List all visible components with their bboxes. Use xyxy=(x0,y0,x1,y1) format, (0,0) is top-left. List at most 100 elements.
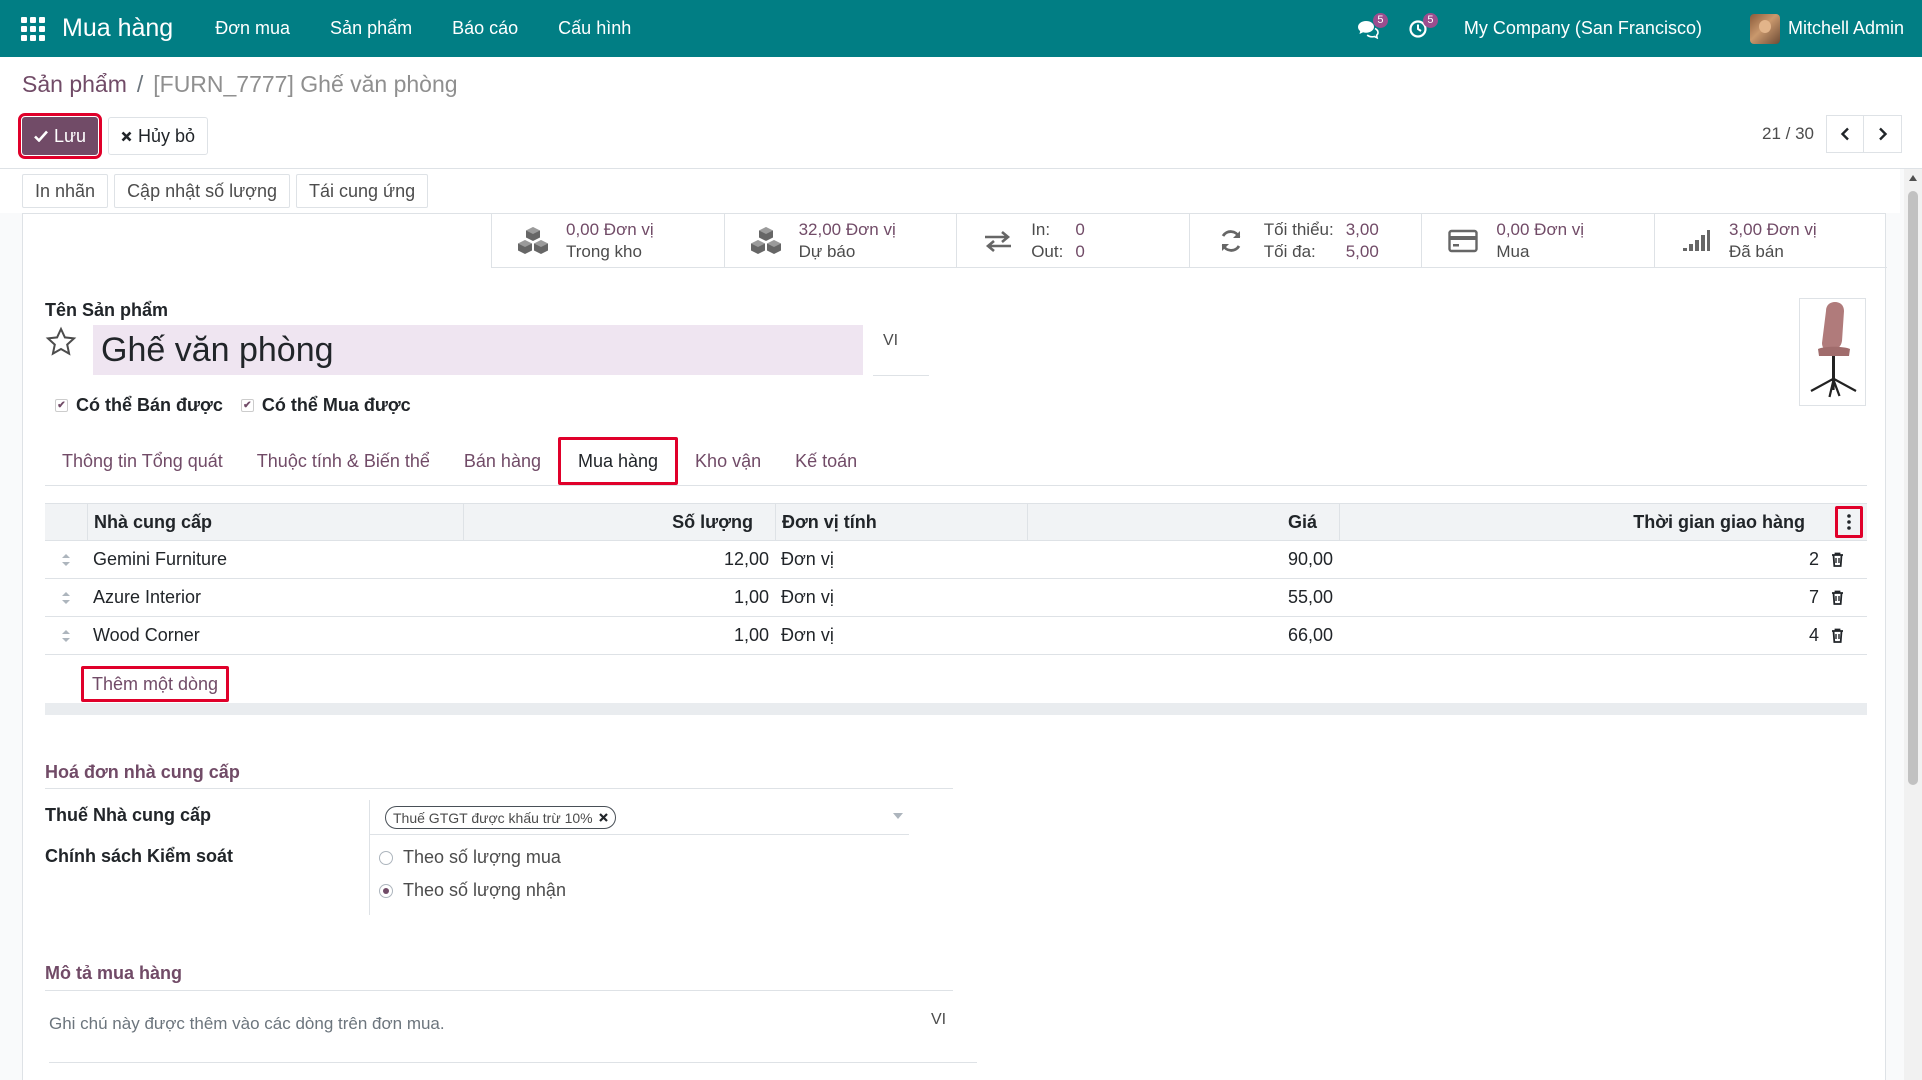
on-hand-label: Trong kho xyxy=(566,242,642,261)
can-be-purchased-checkbox[interactable]: ✔ Có thể Mua được xyxy=(240,395,411,416)
delay-cell: 4 xyxy=(1808,625,1819,645)
vertical-scrollbar[interactable] xyxy=(1904,169,1922,1080)
tab-attributes-variants[interactable]: Thuộc tính & Biến thể xyxy=(240,437,447,485)
pager: 21 / 30 xyxy=(1762,115,1902,153)
replenish-button[interactable]: Tái cung ứng xyxy=(296,174,429,208)
can-be-purchased-label: Có thể Mua được xyxy=(261,395,411,415)
forecast-button[interactable]: 32,00 Đơn vị Dự báo xyxy=(723,214,957,268)
favorite-star-icon[interactable] xyxy=(45,326,77,363)
on-hand-value: 0,00 Đơn vị xyxy=(566,220,654,239)
min-label: Tối thiểu: xyxy=(1263,220,1334,239)
uom-cell: Đơn vị xyxy=(781,625,834,645)
scroll-up-arrow-icon[interactable] xyxy=(1909,175,1917,181)
app-name[interactable]: Mua hàng xyxy=(62,14,173,43)
purchase-description-input[interactable]: Ghi chú này được thêm vào các dòng trên … xyxy=(49,1014,969,1034)
product-checkboxes: ✔ Có thể Bán được ✔ Có thể Mua được xyxy=(55,395,411,416)
drag-handle-icon[interactable] xyxy=(45,541,87,579)
table-row[interactable]: Wood Corner 1,00 Đơn vị 66,00 4 xyxy=(45,617,1867,655)
messages-badge: 5 xyxy=(1372,12,1388,28)
reordering-rules-button[interactable]: Tối thiểu: 3,00 Tối đa: 5,00 xyxy=(1188,214,1422,268)
close-icon[interactable] xyxy=(598,813,608,822)
drag-handle-icon[interactable] xyxy=(45,579,87,617)
can-be-sold-label: Có thể Bán được xyxy=(76,395,223,415)
forecast-value: 32,00 Đơn vị xyxy=(798,220,896,239)
description-translate-button[interactable]: VI xyxy=(931,1011,946,1029)
menu-purchase-orders[interactable]: Đơn mua xyxy=(195,18,310,39)
tab-accounting[interactable]: Kế toán xyxy=(778,437,874,485)
menu-products[interactable]: Sản phẩm xyxy=(310,18,432,39)
close-icon xyxy=(121,131,132,141)
drag-handle-icon[interactable] xyxy=(45,617,87,655)
company-switcher[interactable]: My Company (San Francisco) xyxy=(1464,18,1702,39)
table-row[interactable]: Azure Interior 1,00 Đơn vị 55,00 7 xyxy=(45,579,1867,617)
table-row[interactable]: Gemini Furniture 12,00 Đơn vị 90,00 2 xyxy=(45,541,1867,579)
in-out-button[interactable]: In: 0 Out: 0 xyxy=(956,214,1189,268)
column-delivery-lead-time[interactable]: Thời gian giao hàng xyxy=(1339,503,1825,541)
policy-ordered-radio[interactable]: Theo số lượng mua xyxy=(379,847,561,868)
tab-general-information[interactable]: Thông tin Tổng quát xyxy=(45,437,240,485)
pager-next-button[interactable] xyxy=(1864,115,1902,153)
purchased-value: 0,00 Đơn vị xyxy=(1496,220,1585,239)
notebook-tabs: Thông tin Tổng quát Thuộc tính & Biến th… xyxy=(45,436,1867,486)
vendor-cell: Wood Corner xyxy=(93,625,200,645)
column-vendor[interactable]: Nhà cung cấp xyxy=(87,503,463,541)
product-name-label: Tên Sản phẩm xyxy=(45,300,169,320)
update-quantity-button[interactable]: Cập nhật số lượng xyxy=(114,174,291,208)
trash-icon[interactable] xyxy=(1825,617,1850,655)
optional-columns-button[interactable] xyxy=(1835,506,1863,538)
product-name-input[interactable]: Ghế văn phòng xyxy=(93,325,863,375)
chevron-down-icon[interactable] xyxy=(893,813,903,819)
menu-reporting[interactable]: Báo cáo xyxy=(432,18,538,39)
breadcrumb-products[interactable]: Sản phẩm xyxy=(22,71,127,98)
policy-received-radio[interactable]: Theo số lượng nhận xyxy=(379,880,566,901)
add-line-button[interactable]: Thêm một dòng xyxy=(81,666,230,702)
purchased-button[interactable]: 0,00 Đơn vị Mua xyxy=(1421,214,1654,268)
checkbox-checked-icon: ✔ xyxy=(240,399,254,412)
cubes-icon xyxy=(514,225,552,257)
tab-purchase[interactable]: Mua hàng xyxy=(557,437,679,485)
tab-inventory[interactable]: Kho vận xyxy=(678,437,778,485)
pager-previous-button[interactable] xyxy=(1826,115,1864,153)
breadcrumb: Sản phẩm / [FURN_7777] Ghế văn phòng xyxy=(22,71,458,98)
name-translate-button[interactable]: VI xyxy=(873,326,929,376)
discard-button[interactable]: Hủy bỏ xyxy=(108,117,209,155)
price-cell: 90,00 xyxy=(1287,549,1333,569)
discard-label: Hủy bỏ xyxy=(138,125,196,146)
column-price[interactable]: Giá xyxy=(1027,503,1339,541)
exchange-icon xyxy=(979,225,1017,257)
scrollbar-thumb[interactable] xyxy=(1908,191,1918,785)
price-cell: 55,00 xyxy=(1287,587,1333,607)
menu-configuration[interactable]: Cấu hình xyxy=(538,18,651,39)
form-sheet: 0,00 Đơn vị Trong kho 32,00 Đơn vị Dự bá… xyxy=(22,213,1887,1080)
column-quantity[interactable]: Số lượng xyxy=(463,503,775,541)
sold-button[interactable]: 3,00 Đơn vị Đã bán xyxy=(1653,214,1887,268)
user-name: Mitchell Admin xyxy=(1787,18,1904,38)
forecast-label: Dự báo xyxy=(798,242,856,261)
can-be-sold-checkbox[interactable]: ✔ Có thể Bán được xyxy=(55,395,223,416)
pager-value[interactable]: 21 / 30 xyxy=(1762,124,1814,144)
top-navbar: Mua hàng Đơn mua Sản phẩm Báo cáo Cấu hì… xyxy=(0,0,1922,57)
tab-sales[interactable]: Bán hàng xyxy=(447,437,558,485)
on-hand-button[interactable]: 0,00 Đơn vị Trong kho xyxy=(491,214,724,268)
activities-button[interactable]: 5 xyxy=(1398,9,1438,49)
messages-button[interactable]: 5 xyxy=(1348,9,1388,49)
save-button[interactable]: Lưu xyxy=(18,113,102,159)
vendor-taxes-field[interactable]: Thuế GTGT được khấu trừ 10% xyxy=(369,799,909,835)
quantity-cell: 1,00 xyxy=(733,625,769,645)
print-labels-button[interactable]: In nhãn xyxy=(22,174,109,208)
user-menu[interactable]: Mitchell Admin xyxy=(1749,13,1904,44)
breadcrumb-separator: / xyxy=(136,71,144,97)
radio-checked-icon xyxy=(379,883,393,898)
activities-badge: 5 xyxy=(1422,12,1438,28)
vendor-cell: Azure Interior xyxy=(93,587,202,607)
product-image[interactable] xyxy=(1799,298,1866,406)
uom-cell: Đơn vị xyxy=(781,549,834,569)
vendor-bills-section-title: Hoá đơn nhà cung cấp xyxy=(45,762,240,782)
purchased-label: Mua xyxy=(1496,242,1530,261)
trash-icon[interactable] xyxy=(1825,541,1850,579)
quantity-cell: 12,00 xyxy=(723,549,769,569)
apps-menu-icon[interactable] xyxy=(20,16,46,42)
column-uom[interactable]: Đơn vị tính xyxy=(775,503,1027,541)
trash-icon[interactable] xyxy=(1825,579,1850,617)
breadcrumb-current: [FURN_7777] Ghế văn phòng xyxy=(153,71,458,97)
